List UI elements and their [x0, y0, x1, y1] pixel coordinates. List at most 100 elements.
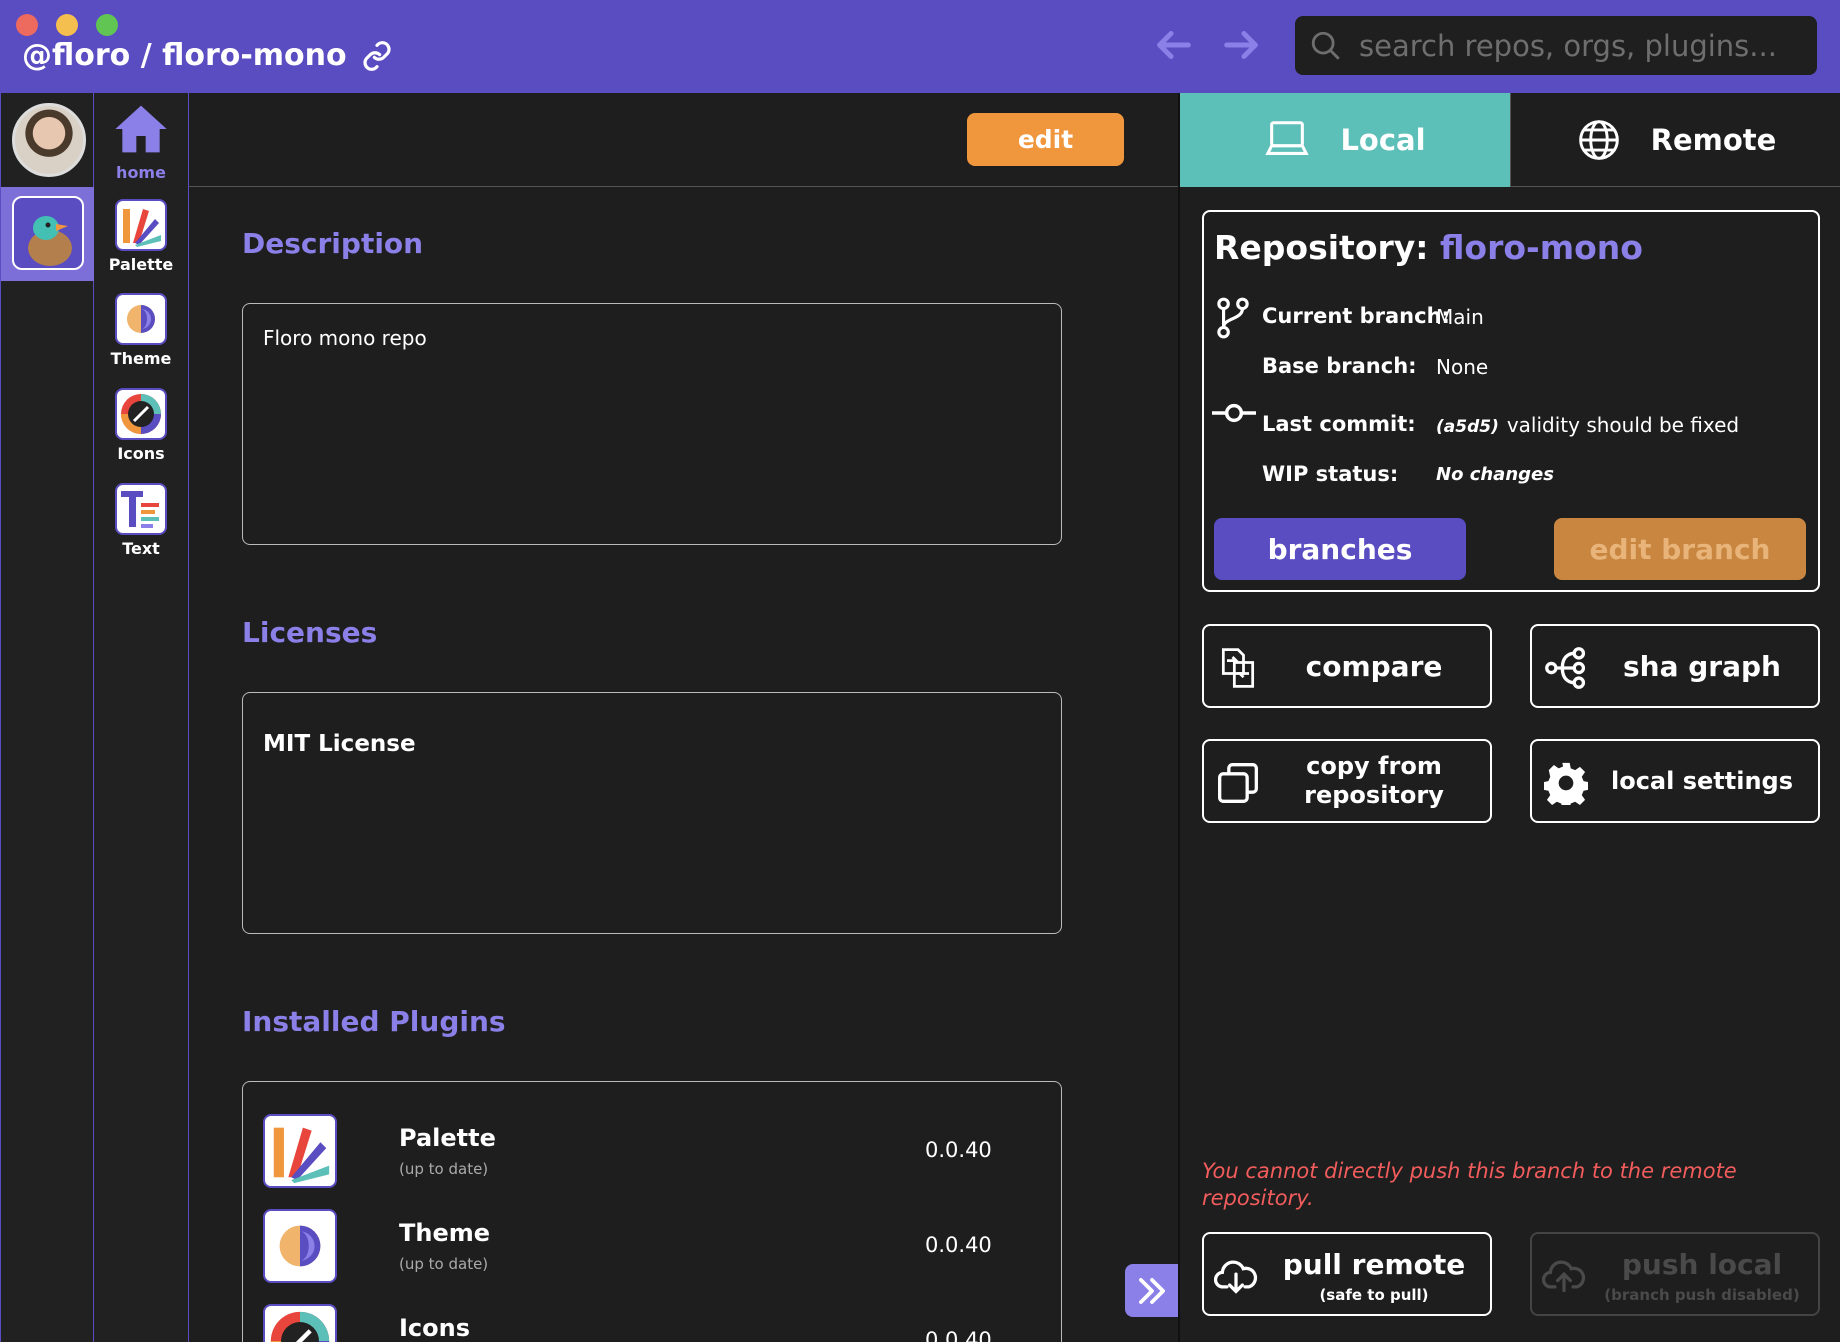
copy-icon: [1218, 763, 1258, 803]
compare-icon: [1221, 648, 1255, 688]
close-window-button[interactable]: [16, 14, 38, 36]
push-local-button[interactable]: push local (branch push disabled): [1530, 1232, 1820, 1316]
pull-remote-label: pull remote: [1282, 1248, 1466, 1281]
description-box: Floro mono repo: [242, 303, 1062, 545]
home-icon: [115, 105, 167, 153]
forward-arrow-icon[interactable]: [1219, 22, 1265, 68]
commit-icon: [1212, 403, 1256, 423]
licenses-box: MIT License: [242, 692, 1062, 934]
repo-path: @floro / floro-mono: [22, 38, 393, 73]
back-arrow-icon[interactable]: [1150, 22, 1196, 68]
plugin-row[interactable]: Icons 0.0.40: [263, 1304, 1043, 1342]
tab-remote-label: Remote: [1650, 122, 1777, 157]
license-text: MIT License: [263, 731, 416, 757]
plugin-name: Palette: [399, 1124, 496, 1152]
compare-button[interactable]: compare: [1202, 624, 1492, 708]
laptop-icon: [1265, 121, 1310, 155]
search-icon: [1311, 31, 1340, 60]
plugin-name: Theme: [399, 1219, 491, 1247]
plugin-status: (up to date): [399, 1160, 489, 1178]
plugin-version: 0.0.40: [925, 1328, 992, 1342]
branch-icon: [1217, 297, 1249, 339]
push-local-sublabel: (branch push disabled): [1604, 1286, 1800, 1304]
edit-branch-button[interactable]: edit branch: [1554, 518, 1806, 580]
last-commit-label: Last commit:: [1262, 412, 1416, 436]
push-warning-text: You cannot directly push this branch to …: [1202, 1159, 1737, 1210]
plugin-name: Icons: [399, 1314, 471, 1342]
base-branch-value: None: [1436, 355, 1489, 379]
theme-icon: [263, 1209, 337, 1283]
nav-icons-label: Icons: [117, 444, 165, 463]
palette-icon: [263, 1114, 337, 1188]
last-commit-value: (a5d5) validity should be fixed: [1436, 413, 1739, 437]
branches-button[interactable]: branches: [1214, 518, 1466, 580]
current-branch-label: Current branch:: [1262, 304, 1450, 328]
nav-text[interactable]: Text: [94, 483, 188, 558]
tab-local-label: Local: [1340, 123, 1426, 157]
plugin-version: 0.0.40: [925, 1138, 992, 1162]
tab-local[interactable]: Local: [1180, 93, 1510, 187]
last-commit-sha: (a5d5): [1436, 417, 1499, 437]
plugin-sidebar: home Palette Theme Icons Text: [94, 93, 189, 1342]
nav-home[interactable]: home: [94, 103, 188, 182]
gear-icon: [1544, 762, 1588, 805]
theme-icon: [115, 293, 167, 345]
search-bar[interactable]: [1295, 16, 1817, 75]
local-settings-button[interactable]: local settings: [1530, 739, 1820, 823]
plugin-version: 0.0.40: [925, 1233, 992, 1257]
icons-icon: [115, 388, 167, 440]
wip-status-value: No changes: [1436, 464, 1554, 485]
palette-icon: [115, 199, 167, 251]
plugin-status: (up to date): [399, 1255, 489, 1273]
installed-plugins-heading: Installed Plugins: [242, 1005, 506, 1038]
nav-theme-label: Theme: [110, 349, 172, 368]
plugin-row[interactable]: Palette (up to date) 0.0.40: [263, 1114, 1043, 1194]
main-header: edit: [189, 93, 1178, 187]
search-input[interactable]: [1359, 28, 1779, 63]
active-repo-tile: [1, 187, 95, 281]
nav-home-label: home: [116, 163, 166, 182]
minimize-window-button[interactable]: [56, 14, 78, 36]
push-local-label: push local: [1621, 1248, 1783, 1281]
nav-icons[interactable]: Icons: [94, 388, 188, 463]
pull-remote-sublabel: (safe to pull): [1319, 1286, 1429, 1304]
base-branch-label: Base branch:: [1262, 354, 1417, 378]
maximize-window-button[interactable]: [96, 14, 118, 36]
repo-duck-icon[interactable]: [12, 196, 84, 270]
nav-theme[interactable]: Theme: [94, 293, 188, 368]
compare-label: compare: [1305, 649, 1443, 683]
globe-icon: [1578, 119, 1619, 160]
installed-plugins-list: Palette (up to date) 0.0.40 Theme (up to…: [242, 1081, 1062, 1342]
copy-from-repository-button[interactable]: copy from repository: [1202, 739, 1492, 823]
current-branch-value: Main: [1436, 305, 1484, 329]
expand-panel-button[interactable]: [1125, 1264, 1178, 1317]
edit-button[interactable]: edit: [967, 113, 1124, 166]
double-chevron-right-icon: [1138, 1277, 1165, 1304]
repository-label: Repository:: [1214, 228, 1429, 267]
user-avatar[interactable]: [12, 103, 86, 177]
account-sidebar: [0, 93, 95, 1342]
title-bar: @floro / floro-mono: [0, 0, 1840, 93]
repository-info-card: Repository: floro-mono Current branch: M…: [1202, 210, 1820, 592]
plugin-row[interactable]: Theme (up to date) 0.0.40: [263, 1209, 1043, 1289]
nav-text-label: Text: [122, 539, 160, 558]
copy-from-repository-label: copy from repository: [1304, 752, 1444, 809]
description-heading: Description: [242, 227, 424, 260]
nav-palette[interactable]: Palette: [94, 199, 188, 274]
sha-graph-label: sha graph: [1623, 649, 1781, 683]
local-settings-label: local settings: [1610, 766, 1793, 795]
nav-palette-label: Palette: [108, 255, 174, 274]
last-commit-message: validity should be fixed: [1506, 413, 1740, 437]
repo-control-panel: Local Remote Repository: floro-mono Curr…: [1178, 93, 1840, 1342]
cloud-download-icon: [1214, 1260, 1258, 1294]
description-text: Floro mono repo: [263, 326, 427, 350]
licenses-heading: Licenses: [242, 616, 378, 649]
sha-graph-icon: [1545, 647, 1586, 689]
pull-remote-button[interactable]: pull remote (safe to pull): [1202, 1232, 1492, 1316]
sha-graph-button[interactable]: sha graph: [1530, 624, 1820, 708]
tab-remote[interactable]: Remote: [1510, 93, 1840, 187]
repository-heading: Repository: floro-mono: [1214, 228, 1643, 267]
link-icon[interactable]: [361, 40, 393, 72]
icons-icon: [263, 1304, 337, 1342]
text-icon: [115, 483, 167, 535]
